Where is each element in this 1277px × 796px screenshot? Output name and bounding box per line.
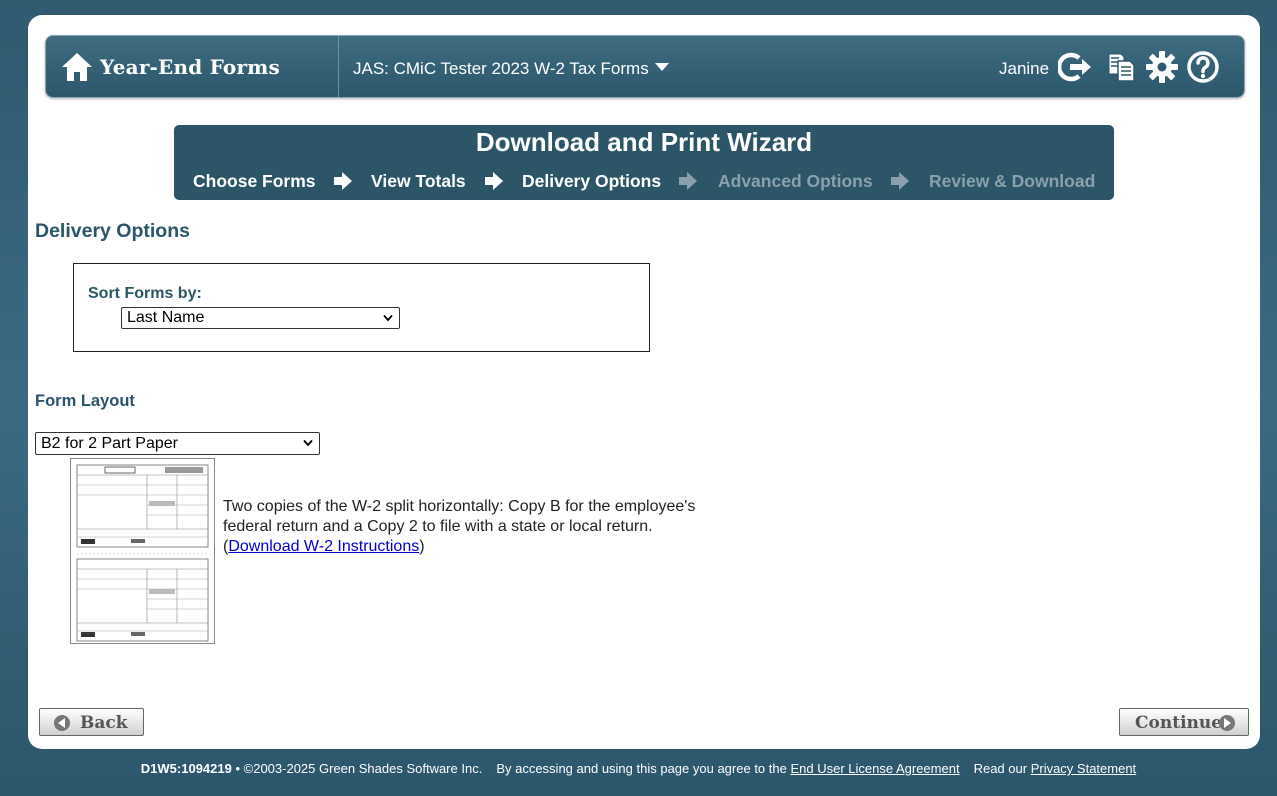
form-layout-select[interactable]: B2 for 2 Part Paper xyxy=(35,432,320,455)
step-review-download: Review & Download xyxy=(929,171,1096,191)
arrow-right-icon xyxy=(485,172,503,190)
agree-text: By accessing and using this page you agr… xyxy=(496,761,787,776)
caret-down-icon xyxy=(654,63,669,71)
eula-link[interactable]: End User License Agreement xyxy=(790,761,959,776)
footer: D1W5:1094219 • ©2003-2025 Green Shades S… xyxy=(0,761,1277,776)
sort-label: Sort Forms by: xyxy=(88,285,202,302)
build-code: D1W5:1094219 xyxy=(140,761,232,776)
arrow-right-icon xyxy=(334,172,352,190)
app-title[interactable]: Year-End Forms xyxy=(100,55,280,79)
continue-button-label: Continue xyxy=(1135,713,1223,733)
delivery-options-title: Delivery Options xyxy=(35,220,190,242)
wizard-panel: Download and Print Wizard Choose Forms V… xyxy=(174,125,1114,200)
main-card: Year-End Forms JAS: CMiC Tester 2023 W-2… xyxy=(28,15,1260,749)
chevron-down-icon xyxy=(303,439,313,447)
sort-select[interactable]: Last Name xyxy=(121,307,400,329)
paren-close: ) xyxy=(419,538,425,555)
header-divider xyxy=(338,36,339,97)
wizard-title: Download and Print Wizard xyxy=(475,127,813,157)
privacy-statement-link[interactable]: Privacy Statement xyxy=(1031,761,1137,776)
back-arrow-icon xyxy=(54,715,70,731)
download-w2-instructions-link[interactable]: Download W-2 Instructions xyxy=(228,538,419,555)
form-layout-description: Two copies of the W-2 split horizontally… xyxy=(223,497,743,557)
help-icon[interactable] xyxy=(1186,50,1220,84)
user-name: Janine xyxy=(999,59,1050,78)
sort-options-box: Sort Forms by: Last Name xyxy=(73,263,650,352)
home-icon[interactable] xyxy=(60,50,94,84)
continue-button[interactable]: Continue xyxy=(1119,708,1249,736)
step-delivery-options[interactable]: Delivery Options xyxy=(522,171,661,192)
logout-icon[interactable] xyxy=(1058,50,1092,84)
forward-arrow-icon xyxy=(1219,715,1235,731)
chevron-down-icon xyxy=(383,314,393,322)
copyright: • ©2003-2025 Green Shades Software Inc. xyxy=(231,761,483,776)
read-our-text: Read our xyxy=(973,761,1028,776)
sort-select-value: Last Name xyxy=(127,309,205,326)
gear-icon[interactable] xyxy=(1145,50,1179,84)
step-view-totals[interactable]: View Totals xyxy=(371,171,466,192)
arrow-right-icon xyxy=(679,172,697,190)
copy-icon[interactable] xyxy=(1104,50,1138,84)
arrow-right-icon xyxy=(891,172,909,190)
back-button[interactable]: Back xyxy=(39,708,144,736)
company-name: JAS: CMiC Tester 2023 W-2 Tax Forms xyxy=(353,59,649,78)
header-bar: Year-End Forms JAS: CMiC Tester 2023 W-2… xyxy=(45,35,1245,98)
step-advanced-options: Advanced Options xyxy=(718,171,873,191)
form-layout-value: B2 for 2 Part Paper xyxy=(41,435,178,452)
company-selector[interactable]: JAS: CMiC Tester 2023 W-2 Tax Forms xyxy=(353,59,669,79)
description-text: Two copies of the W-2 split horizontally… xyxy=(223,498,696,535)
w2-form-preview-image xyxy=(70,458,215,644)
form-layout-title: Form Layout xyxy=(35,392,135,410)
step-choose-forms[interactable]: Choose Forms xyxy=(193,171,316,192)
back-button-label: Back xyxy=(80,713,128,733)
